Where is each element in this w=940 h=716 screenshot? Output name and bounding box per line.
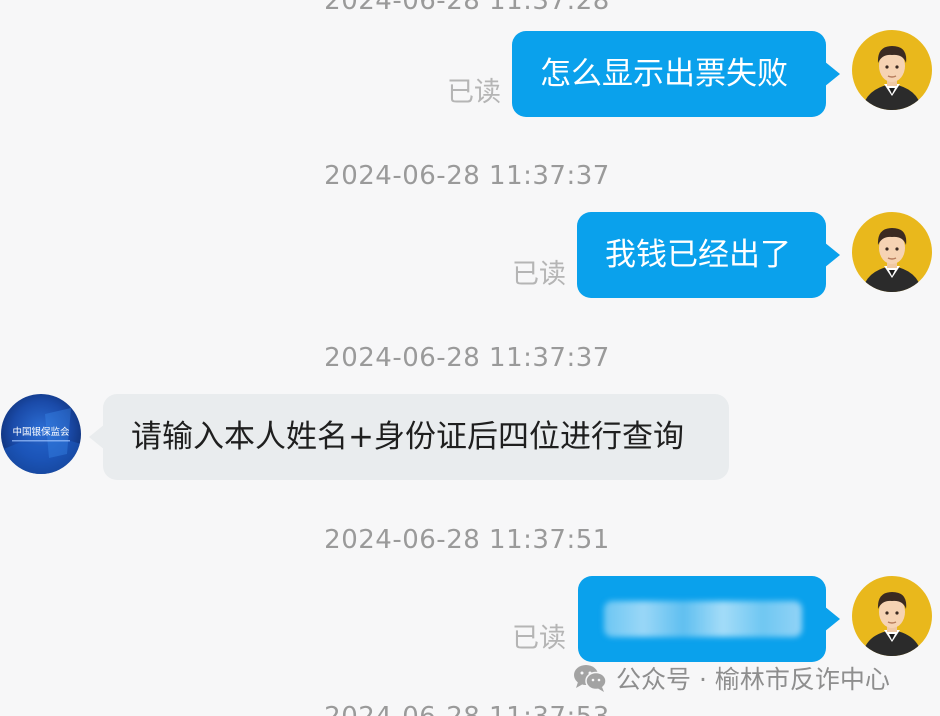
incoming-message[interactable]: 请输入本人姓名+身份证后四位进行查询 xyxy=(89,394,729,480)
timestamp: 2024-06-28 11:37:37 xyxy=(324,343,610,373)
cbirc-logo-icon: 中国银保监会 xyxy=(1,394,81,474)
sender-logo-text: 中国银保监会 xyxy=(12,426,70,438)
outgoing-message[interactable]: 怎么显示出票失败 xyxy=(512,31,840,117)
read-status: 已读 xyxy=(512,623,566,654)
outgoing-message[interactable]: 我钱已经出了 xyxy=(577,212,840,298)
read-status: 已读 xyxy=(512,259,566,290)
man-avatar-icon xyxy=(852,30,932,110)
man-avatar-icon xyxy=(852,576,932,656)
read-status: 已读 xyxy=(447,77,501,108)
timestamp: 2024-06-28 11:37:37 xyxy=(324,161,610,191)
man-avatar-icon xyxy=(852,212,932,292)
timestamp: 2024-06-28 11:37:51 xyxy=(324,525,610,555)
sender-avatar[interactable]: 中国银保监会 xyxy=(1,394,81,474)
timestamp: 2024-06-28 11:37:28 xyxy=(324,0,610,16)
watermark-text: 公众号 · 榆林市反诈中心 xyxy=(616,665,890,694)
watermark: 公众号 · 榆林市反诈中心 xyxy=(572,660,890,696)
user-avatar[interactable] xyxy=(852,30,932,110)
chat-history: 2024-06-28 11:37:28 已读 怎么显示出票失败 2024-06-… xyxy=(0,0,940,716)
redacted-content xyxy=(604,601,802,637)
wechat-icon xyxy=(574,665,607,692)
timestamp: 2024-06-28 11:37:53 xyxy=(0,702,934,716)
outgoing-message-redacted[interactable] xyxy=(578,576,840,662)
user-avatar[interactable] xyxy=(852,576,932,656)
user-avatar[interactable] xyxy=(852,212,932,292)
